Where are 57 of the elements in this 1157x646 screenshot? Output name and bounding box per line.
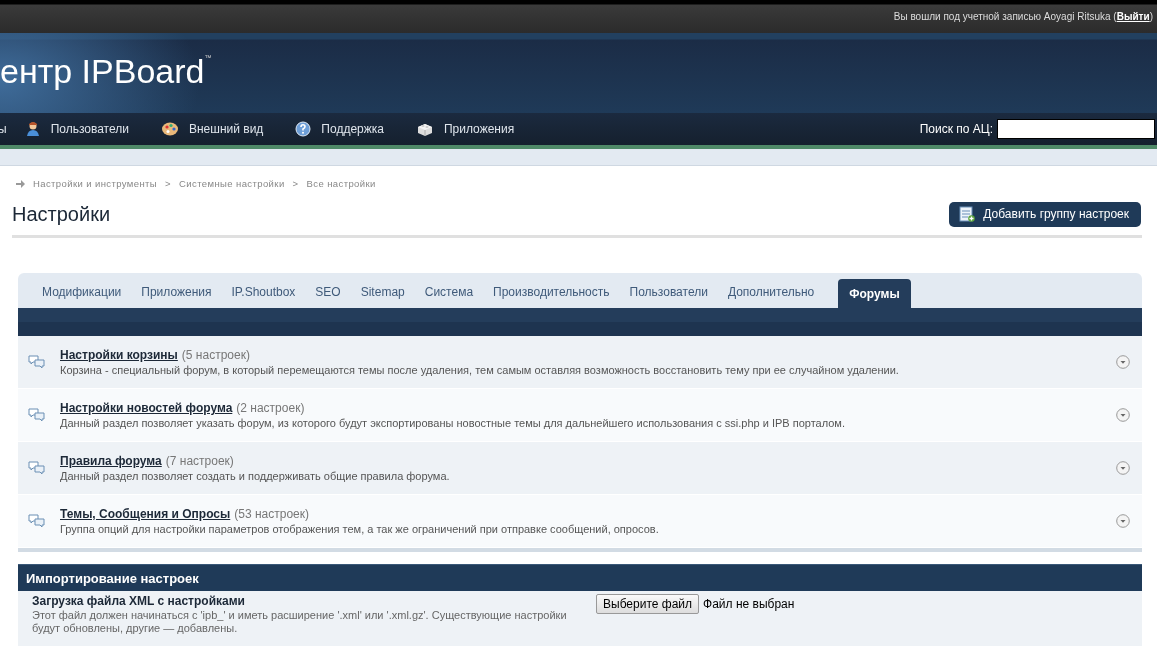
breadcrumb-link[interactable]: Все настройки <box>306 178 376 189</box>
setting-group-description: Данный раздел позволяет создать и поддерживать общие правила форума. <box>60 470 451 482</box>
page-title: Настройки <box>12 202 111 226</box>
setting-group-link[interactable]: Темы, Сообщения и Опросы <box>60 507 231 521</box>
section-header: Импортирование настроек <box>18 564 1142 591</box>
nav-menu-item[interactable]: Внешний вид <box>160 121 264 137</box>
settings-tab[interactable]: Дополнительно <box>717 275 825 308</box>
breadcrumb-separator: > <box>292 178 299 189</box>
field-label: Загрузка файла XML с настройками <box>32 594 246 608</box>
settings-count: (5 настроек) <box>181 348 250 362</box>
chat-bubbles-icon <box>28 460 46 476</box>
settings-tab[interactable]: Sitemap <box>350 275 415 308</box>
setting-group-description: Корзина - специальный форум, в который перемещаются темы после удаления, тем самым оставляя возможность восстановить тему при ее случайном удалении. <box>60 364 900 376</box>
settings-count: (2 настроек) <box>236 401 305 415</box>
settings-tab[interactable]: IP.Shoutbox <box>221 275 306 308</box>
table-add-icon <box>959 206 976 222</box>
file-status-text: Файл не выбран <box>703 597 795 611</box>
settings-tab[interactable]: Форумы <box>838 279 911 308</box>
nav-menu-item[interactable]: Приложения <box>415 121 515 137</box>
settings-tab[interactable]: SEO <box>305 275 351 308</box>
palette-icon <box>160 121 179 137</box>
nav-menu-item[interactable]: Поддержка <box>295 121 384 137</box>
dropdown-icon[interactable] <box>1116 355 1130 369</box>
breadcrumb-link[interactable]: Настройки и инструменты <box>33 178 158 189</box>
setting-group-link[interactable]: Настройки новостей форума <box>60 401 233 415</box>
nav-menu-item[interactable]: Пользователи <box>24 121 129 137</box>
choose-file-button[interactable]: Выберите файл <box>596 594 700 614</box>
logo-text: ентр IPBoard <box>0 51 205 91</box>
dropdown-icon[interactable] <box>1116 408 1130 422</box>
chat-bubbles-icon <box>28 407 46 423</box>
chat-bubbles-icon <box>28 513 46 529</box>
setting-group-description: Данный раздел позволяет указать форум, из которого будут экспортированы новостные темы для дальнейшего использования с ssi.php и IPB порталом. <box>60 417 846 429</box>
arrow-icon <box>16 179 25 188</box>
settings-tab[interactable]: Модификации <box>32 275 132 308</box>
settings-count: (53 настроек) <box>234 507 309 521</box>
add-group-button[interactable]: Добавить группу настроек <box>949 201 1141 227</box>
chat-bubbles-icon <box>28 354 46 370</box>
setting-group-link[interactable]: Правила форума <box>60 454 162 468</box>
settings-tab[interactable]: Система <box>414 275 484 308</box>
search-field[interactable] <box>997 119 1155 139</box>
setting-group-link[interactable]: Настройки корзины <box>60 348 178 362</box>
help-icon <box>295 121 312 137</box>
settings-tab[interactable]: Приложения <box>131 275 222 308</box>
login-status-text: Вы вошли под учетной записью Aoyagi Ritsuka ( <box>893 11 1117 22</box>
blocks-icon <box>415 121 434 137</box>
login-status-text: ) <box>1149 11 1153 22</box>
dropdown-icon[interactable] <box>1116 514 1130 528</box>
settings-tab[interactable]: Производительность <box>483 275 620 308</box>
settings-count: (7 настроек) <box>165 454 234 468</box>
settings-tab[interactable]: Пользователи <box>619 275 718 308</box>
breadcrumb-separator: > <box>165 178 172 189</box>
field-hint: Этот файл должен начинаться с 'ipb_' и иметь расширение '.xml' или '.xml.gz'. Существующие настройки будут обновлены, другие — добавлены. <box>32 609 568 635</box>
breadcrumb-link[interactable]: Системные настройки <box>179 178 285 189</box>
setting-group-description: Группа опций для настройки параметров отображения тем, а так же ограничений при отправке сообщений, опросов. <box>60 523 660 535</box>
search-label: Поиск по АЦ: <box>919 122 993 136</box>
dropdown-icon[interactable] <box>1116 461 1130 475</box>
user-icon <box>24 121 41 137</box>
